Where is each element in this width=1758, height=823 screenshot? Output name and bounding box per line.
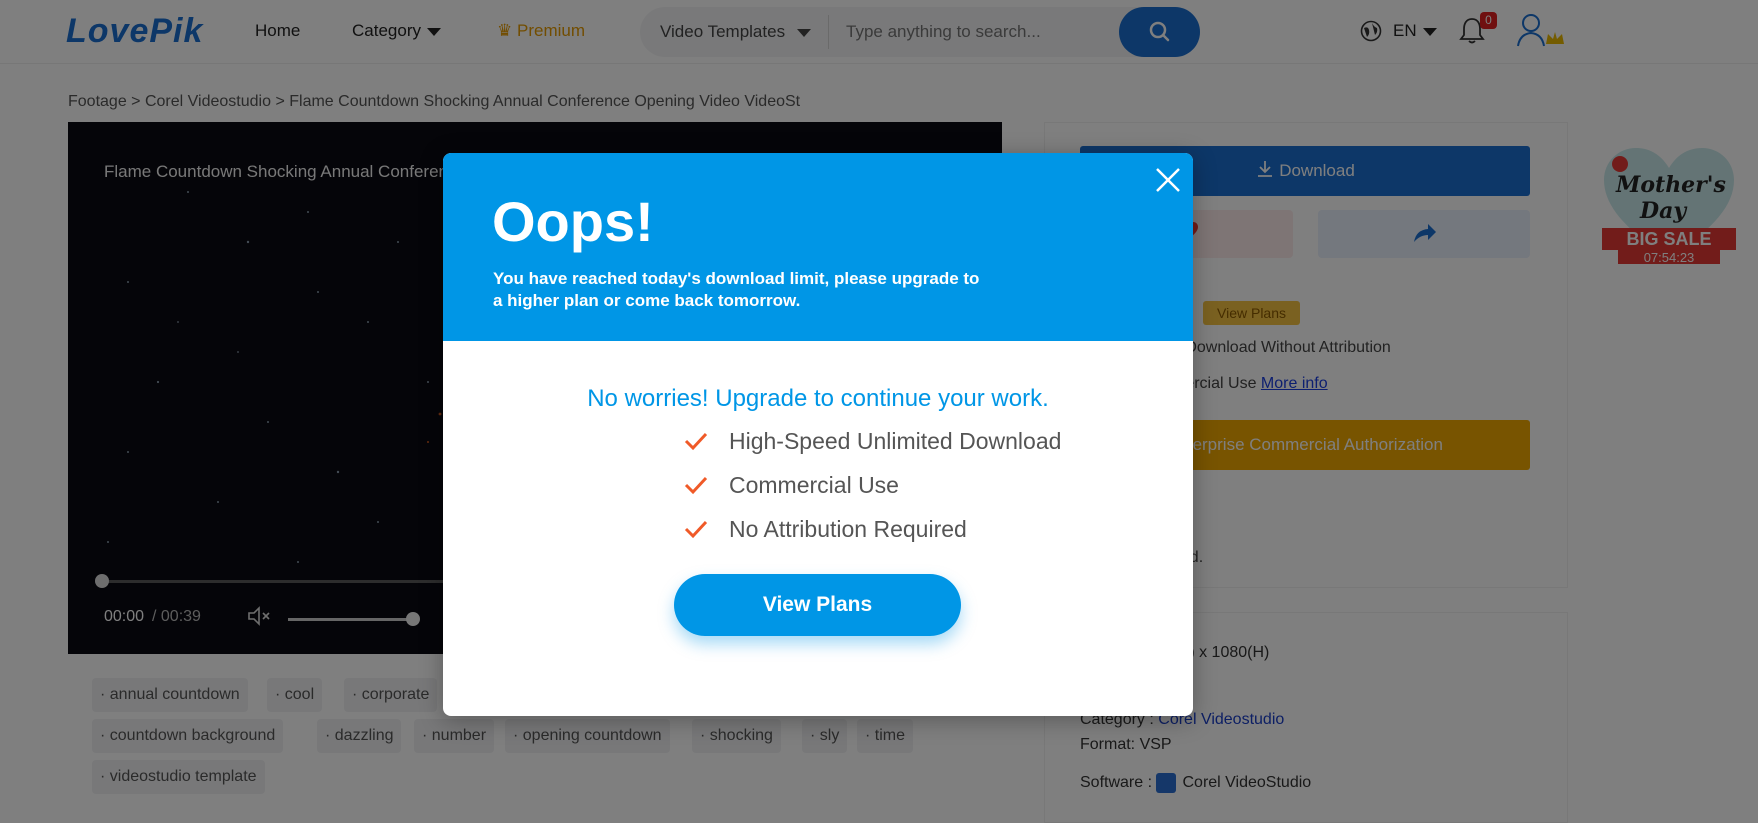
dialog-header: Oops! You have reached today's download … — [443, 153, 1193, 341]
close-icon[interactable] — [1151, 163, 1185, 197]
view-plans-button[interactable]: View Plans — [674, 574, 961, 636]
dialog-title: Oops! — [492, 190, 654, 253]
benefit-label: Commercial Use — [729, 472, 899, 498]
dialog-subtitle: No worries! Upgrade to continue your wor… — [587, 385, 1049, 412]
check-icon — [684, 476, 708, 495]
check-icon — [684, 520, 708, 539]
benefit-label: No Attribution Required — [729, 516, 967, 542]
check-icon — [684, 432, 708, 451]
dialog-message: You have reached today's download limit,… — [493, 269, 980, 310]
benefit-label: High-Speed Unlimited Download — [729, 428, 1062, 454]
download-limit-dialog: Oops! You have reached today's download … — [443, 153, 1193, 716]
